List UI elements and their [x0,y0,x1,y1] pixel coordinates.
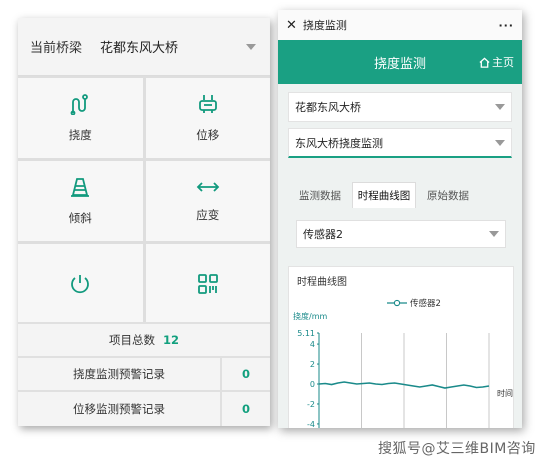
home-icon [479,57,490,68]
page-title: 挠度监测 [373,56,426,72]
tab-time-history[interactable]: 时程曲线图 [352,182,416,208]
deflection-warning-label: 挠度监测预警记录 [18,356,220,390]
close-icon[interactable]: ✕ [286,18,297,33]
tile-label: 应变 [196,208,220,222]
project-total-label: 项目总数 [108,333,155,347]
project-total-row: 项目总数 12 [18,322,270,356]
home-button[interactable]: 主页 [479,54,514,70]
power-icon [71,275,90,294]
watermark: 搜狐号@艾三维BIM咨询 [378,438,536,458]
window-titlebar: ✕ 挠度监测 ··· [278,10,522,40]
bridge-header: 当前桥梁 花都东风大桥 [18,18,270,76]
chart-card: 时程曲线图 传感器2 挠度/mm 时间 5.11 4 2 0 -2 -4 [288,266,514,428]
deflection-monitor-panel: ✕ 挠度监测 ··· 挠度监测 主页 花都东风大桥 东风大桥挠度监测 监测数据 … [278,10,522,428]
project-total-cell: 项目总数 12 [18,322,270,356]
tab-raw-data[interactable]: 原始数据 [416,182,480,208]
tile-displacement[interactable]: 位移 [145,78,270,158]
page-body: 花都东风大桥 东风大桥挠度监测 监测数据 时程曲线图 原始数据 传感器2 时程曲… [278,84,522,428]
y-tick-label: 5.11 [297,329,315,338]
x-axis-label: 时间 [497,388,513,398]
tile-label: 位移 [196,128,220,142]
chevron-down-icon [495,104,505,110]
bridge-select[interactable]: 花都东风大桥 [288,92,512,122]
tile-qrcode[interactable] [145,244,270,324]
displacement-warning-count: 0 [220,390,270,426]
project-total-value: 12 [162,333,179,347]
chevron-down-icon [246,43,256,50]
y-tick-label: 0 [310,380,315,389]
chevron-down-icon [495,139,505,146]
displacement-warning-label: 位移监测预警记录 [18,390,220,426]
deflection-warning-row[interactable]: 挠度监测预警记录 0 [18,356,270,390]
bridge-select[interactable]: 花都东风大桥 [94,32,262,62]
monitor-select[interactable]: 东风大桥挠度监测 [288,128,512,158]
sensor-select-value: 传感器2 [303,228,343,241]
y-tick-label: 2 [310,360,315,369]
window-title: 挠度监测 [302,19,347,32]
qrcode-icon [197,274,218,294]
chevron-down-icon [489,231,499,237]
tile-strain[interactable]: 应变 [145,161,270,241]
more-icon[interactable]: ··· [498,19,514,32]
watermark-text: 搜狐号@艾三维BIM咨询 [378,441,536,457]
displacement-icon [198,95,217,113]
bridge-select-value: 花都东风大桥 [295,101,361,114]
module-grid: 挠度 位移 倾斜 应变 [18,76,270,324]
y-tick-label: -2 [307,400,315,409]
sensor-select[interactable]: 传感器2 [296,220,506,248]
deflection-icon [70,94,89,115]
y-axis-label: 挠度/mm [293,311,327,321]
strain-icon [196,182,220,192]
page-header: 挠度监测 主页 [278,40,522,84]
y-tick-label: -4 [307,420,315,428]
current-bridge-label: 当前桥梁 [30,41,83,56]
deflection-warning-count: 0 [220,356,270,390]
tile-label: 倾斜 [68,211,92,225]
y-tick-label: 4 [310,340,315,349]
tile-deflection[interactable]: 挠度 [18,78,143,158]
time-history-chart[interactable]: 挠度/mm 时间 5.11 4 2 0 -2 -4 [289,267,515,428]
home-label: 主页 [492,56,514,69]
bridge-dashboard-panel: 当前桥梁 花都东风大桥 挠度 位移 倾斜 应变 项目总数 12 挠度监测预警记录… [18,18,270,426]
bridge-select-value: 花都东风大桥 [100,41,179,56]
displacement-warning-row[interactable]: 位移监测预警记录 0 [18,390,270,426]
monitor-select-value: 东风大桥挠度监测 [295,136,383,150]
tile-label: 挠度 [68,128,92,142]
tilt-icon [71,178,90,197]
tab-monitor-data[interactable]: 监测数据 [288,182,352,208]
tab-bar: 监测数据 时程曲线图 原始数据 [288,182,480,208]
tile-tilt[interactable]: 倾斜 [18,161,143,241]
tile-power[interactable] [18,244,143,324]
